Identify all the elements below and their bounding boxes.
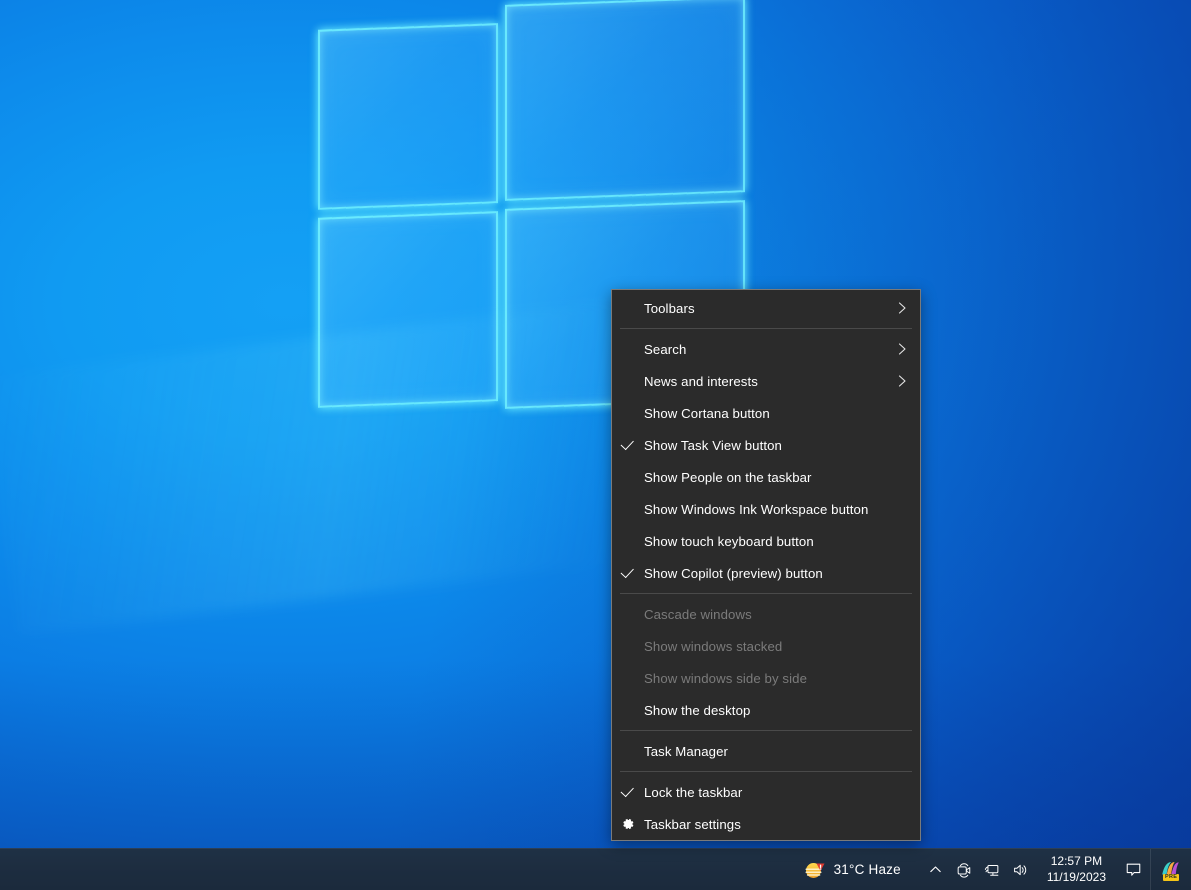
menu-item-label: Toolbars <box>644 301 894 316</box>
menu-item-label: Show the desktop <box>644 703 894 718</box>
menu-item-label: Search <box>644 342 894 357</box>
menu-item-show-copilot-preview-button[interactable]: Show Copilot (preview) button <box>612 557 920 589</box>
menu-item-label: Show touch keyboard button <box>644 534 894 549</box>
taskbar-context-menu[interactable]: Toolbars Search News and interests Show Cor… <box>611 289 921 841</box>
desktop[interactable]: 31°C Haze <box>0 0 1191 890</box>
menu-item-toolbars[interactable]: Toolbars <box>612 292 920 324</box>
menu-item-label: News and interests <box>644 374 894 389</box>
network-monitor-icon[interactable] <box>979 849 1005 890</box>
taskbar-tray-group: 31°C Haze <box>797 849 1191 890</box>
clock-time: 12:57 PM <box>1051 854 1102 869</box>
menu-item-lock-the-taskbar[interactable]: Lock the taskbar <box>612 776 920 808</box>
menu-item-label: Show Task View button <box>644 438 894 453</box>
menu-item-label: Task Manager <box>644 744 894 759</box>
haze-sun-icon <box>803 858 827 882</box>
menu-item-task-manager[interactable]: Task Manager <box>612 735 920 767</box>
weather-widget[interactable]: 31°C Haze <box>797 849 911 890</box>
menu-item-label: Show Copilot (preview) button <box>644 566 894 581</box>
taskbar-clock[interactable]: 12:57 PM 11/19/2023 <box>1037 849 1116 890</box>
copilot-button[interactable]: PRE <box>1150 849 1191 890</box>
menu-item-label: Cascade windows <box>644 607 894 622</box>
menu-item-show-windows-stacked: Show windows stacked <box>612 630 920 662</box>
menu-item-label: Lock the taskbar <box>644 785 894 800</box>
logo-pane-bottom-left <box>318 211 498 408</box>
menu-item-label: Show People on the taskbar <box>644 470 894 485</box>
menu-item-label: Show windows stacked <box>644 639 894 654</box>
menu-separator <box>620 593 912 594</box>
menu-item-label: Show Windows Ink Workspace button <box>644 502 894 517</box>
menu-item-show-cortana-button[interactable]: Show Cortana button <box>612 397 920 429</box>
copilot-ribbon-icon: PRE <box>1159 858 1183 882</box>
speaker-volume-icon[interactable] <box>1007 849 1033 890</box>
menu-item-show-windows-side-by-side: Show windows side by side <box>612 662 920 694</box>
menu-item-cascade-windows: Cascade windows <box>612 598 920 630</box>
check-glyph <box>621 564 634 578</box>
chevron-right-icon <box>894 301 910 315</box>
menu-item-taskbar-settings[interactable]: Taskbar settings <box>612 808 920 840</box>
menu-item-show-task-view-button[interactable]: Show Task View button <box>612 429 920 461</box>
meet-now-camera-icon[interactable] <box>951 849 977 890</box>
menu-item-show-windows-ink-workspace-button[interactable]: Show Windows Ink Workspace button <box>612 493 920 525</box>
weather-label: 31°C Haze <box>834 862 901 877</box>
check-glyph <box>621 783 634 797</box>
system-tray <box>911 849 1037 890</box>
menu-item-label: Show windows side by side <box>644 671 894 686</box>
checkmark-icon <box>612 570 644 577</box>
taskbar[interactable]: 31°C Haze <box>0 848 1191 890</box>
chevron-up-icon[interactable] <box>923 849 949 890</box>
menu-item-show-touch-keyboard-button[interactable]: Show touch keyboard button <box>612 525 920 557</box>
menu-item-news-and-interests[interactable]: News and interests <box>612 365 920 397</box>
checkmark-icon <box>612 442 644 449</box>
copilot-preview-badge: PRE <box>1163 874 1179 881</box>
gear-icon <box>612 817 644 831</box>
menu-item-search[interactable]: Search <box>612 333 920 365</box>
menu-separator <box>620 730 912 731</box>
menu-item-label: Taskbar settings <box>644 817 894 832</box>
chevron-right-icon <box>894 374 910 388</box>
logo-pane-top-left <box>318 23 498 210</box>
menu-separator <box>620 771 912 772</box>
check-glyph <box>621 436 634 450</box>
notification-chat-icon[interactable] <box>1116 849 1150 890</box>
menu-item-label: Show Cortana button <box>644 406 894 421</box>
menu-separator <box>620 328 912 329</box>
logo-pane-top-right <box>505 0 745 201</box>
checkmark-icon <box>612 789 644 796</box>
clock-date: 11/19/2023 <box>1047 870 1106 885</box>
menu-item-show-people-on-the-taskbar[interactable]: Show People on the taskbar <box>612 461 920 493</box>
menu-item-show-the-desktop[interactable]: Show the desktop <box>612 694 920 726</box>
chevron-right-icon <box>894 342 910 356</box>
